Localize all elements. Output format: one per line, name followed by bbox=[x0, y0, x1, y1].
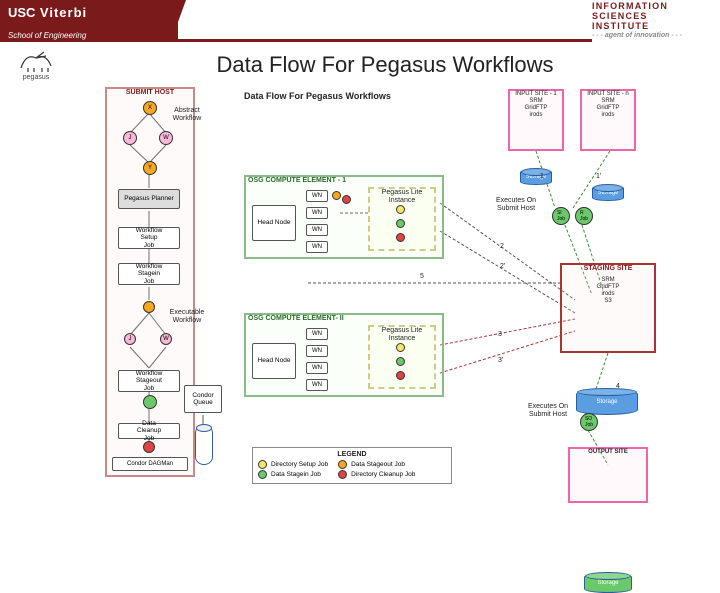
osg1-wn1: WN bbox=[306, 190, 328, 202]
arrow-1: 1 bbox=[540, 173, 544, 181]
osg1-plite-c1 bbox=[396, 205, 405, 214]
staging-srm: SRM GridFTP irods S3 bbox=[564, 277, 652, 305]
legend-cleanup: Directory Cleanup Job bbox=[338, 470, 415, 479]
output-storage: Storage bbox=[584, 573, 632, 593]
title-row: pegasus Data Flow For Pegasus Workflows bbox=[0, 42, 720, 85]
node-x: X bbox=[143, 101, 157, 115]
osg1-plite-c3 bbox=[396, 233, 405, 242]
osg1-label: OSG COMPUTE ELEMENT - 1 bbox=[248, 177, 438, 185]
arrow-3: 3 bbox=[498, 331, 502, 339]
legend-setup: Directory Setup Job bbox=[258, 460, 328, 469]
arrow-2: 2 bbox=[500, 243, 504, 251]
osg2-plite-c3 bbox=[396, 371, 405, 380]
osg2-plite-c2 bbox=[396, 357, 405, 366]
header-bar: USC Viterbi School of Engineering INFORM… bbox=[0, 0, 720, 42]
stageout-circle bbox=[143, 395, 157, 409]
osg1-wn3: WN bbox=[306, 224, 328, 236]
usc-text: USC bbox=[8, 5, 35, 20]
staging-storage: Storage bbox=[576, 389, 638, 415]
workflow-setup-box: Workflow Setup Job bbox=[118, 227, 180, 249]
input-site-n-label: INPUT SITE - n SRM GridFTP irods bbox=[582, 91, 634, 119]
osg2-plite-label: Pegasus Lite Instance bbox=[370, 327, 434, 343]
workflow-stageout-box: Workflow Stageout Job bbox=[118, 370, 180, 392]
dagman-box: Condor DAGMan bbox=[112, 457, 188, 471]
osg2-wn3: WN bbox=[306, 362, 328, 374]
submit-host-label: SUBMIT HOST bbox=[108, 89, 192, 97]
condor-queue-box: Condor Queue bbox=[184, 385, 222, 413]
input-site-1-label: INPUT SITE - 1 SRM GridFTP irods bbox=[510, 91, 562, 119]
exec-node-j: J bbox=[124, 333, 136, 345]
exec-submit-2: Executes On Submit Host bbox=[518, 403, 578, 419]
output-label: OUTPUT SITE bbox=[570, 449, 646, 456]
osg1-plite-dot2 bbox=[342, 195, 351, 204]
diagram-title: Data Flow For Pegasus Workflows bbox=[244, 91, 391, 101]
osg2-plite-c1 bbox=[396, 343, 405, 352]
osg2-wn1: WN bbox=[306, 328, 328, 340]
node-y: Y bbox=[143, 161, 157, 175]
exec-node-w: W bbox=[160, 333, 172, 345]
osg2-headnode: Head Node bbox=[252, 343, 296, 379]
staging-label: STAGING SITE bbox=[564, 265, 652, 273]
arrow-3b: 3' bbox=[498, 357, 503, 365]
diagram-canvas: SUBMIT HOST X Abstract Workflow J W Y Pe… bbox=[0, 85, 720, 525]
isi-logo: INFORMATION SCIENCES INSTITUTE - - - age… bbox=[592, 0, 720, 42]
viterbi-text: Viterbi bbox=[40, 5, 87, 20]
arrow-2b: 2' bbox=[500, 263, 505, 271]
osg1-plite-dot1 bbox=[332, 191, 341, 200]
osg1-plite-c2 bbox=[396, 219, 405, 228]
input1-storage: Storage bbox=[520, 169, 552, 185]
pegasus-planner-box: Pegasus Planner bbox=[118, 189, 180, 209]
usc-viterbi-logo: USC Viterbi School of Engineering bbox=[0, 0, 178, 42]
page-title: Data Flow For Pegasus Workflows bbox=[62, 52, 708, 78]
cleanup-circle bbox=[143, 441, 155, 453]
header-spacer bbox=[178, 0, 592, 42]
arrow-5: 5 bbox=[420, 273, 424, 281]
arrow-1b: 1' bbox=[596, 173, 601, 181]
legend-title: LEGEND bbox=[258, 451, 446, 459]
legend-box: LEGEND Directory Setup Job Data Stagein … bbox=[252, 447, 452, 484]
legend-stagein: Data Stagein Job bbox=[258, 470, 328, 479]
pegasus-label: pegasus bbox=[23, 74, 49, 81]
node-j: J bbox=[123, 131, 137, 145]
pegasus-icon bbox=[16, 48, 56, 74]
osg1-headnode: Head Node bbox=[252, 205, 296, 241]
abstract-workflow-label: Abstract Workflow bbox=[165, 107, 209, 123]
legend-stageout: Data Stageout Job bbox=[338, 460, 415, 469]
osg1-plite-label: Pegasus Lite Instance bbox=[370, 189, 434, 205]
so-job: SO Job bbox=[580, 413, 598, 431]
inputn-storage: Storage bbox=[592, 185, 624, 201]
executable-workflow-label: Executable Workflow bbox=[163, 309, 211, 325]
osg1-wn4: WN bbox=[306, 241, 328, 253]
osg2-wn2: WN bbox=[306, 345, 328, 357]
school-text: School of Engineering bbox=[8, 31, 86, 40]
data-cleanup-box: Data Cleanup Job bbox=[118, 423, 180, 439]
osg1-wn2: WN bbox=[306, 207, 328, 219]
exec-submit-1: Executes On Submit Host bbox=[486, 197, 546, 213]
osg2-label: OSG COMPUTE ELEMENT- II bbox=[248, 315, 438, 323]
isi-line3: INSTITUTE bbox=[592, 22, 720, 32]
osg2-wn4: WN bbox=[306, 379, 328, 391]
condor-queue-storage bbox=[195, 425, 213, 465]
exec-node-x bbox=[143, 301, 155, 313]
isi-tagline: - - - agent of innovation - - - bbox=[592, 32, 720, 40]
workflow-stagein-box: Workflow Stagein Job bbox=[118, 263, 180, 285]
node-w: W bbox=[159, 131, 173, 145]
r-job: R Job bbox=[575, 207, 593, 225]
si-job: SI Job bbox=[552, 207, 570, 225]
pegasus-logo: pegasus bbox=[10, 48, 62, 81]
